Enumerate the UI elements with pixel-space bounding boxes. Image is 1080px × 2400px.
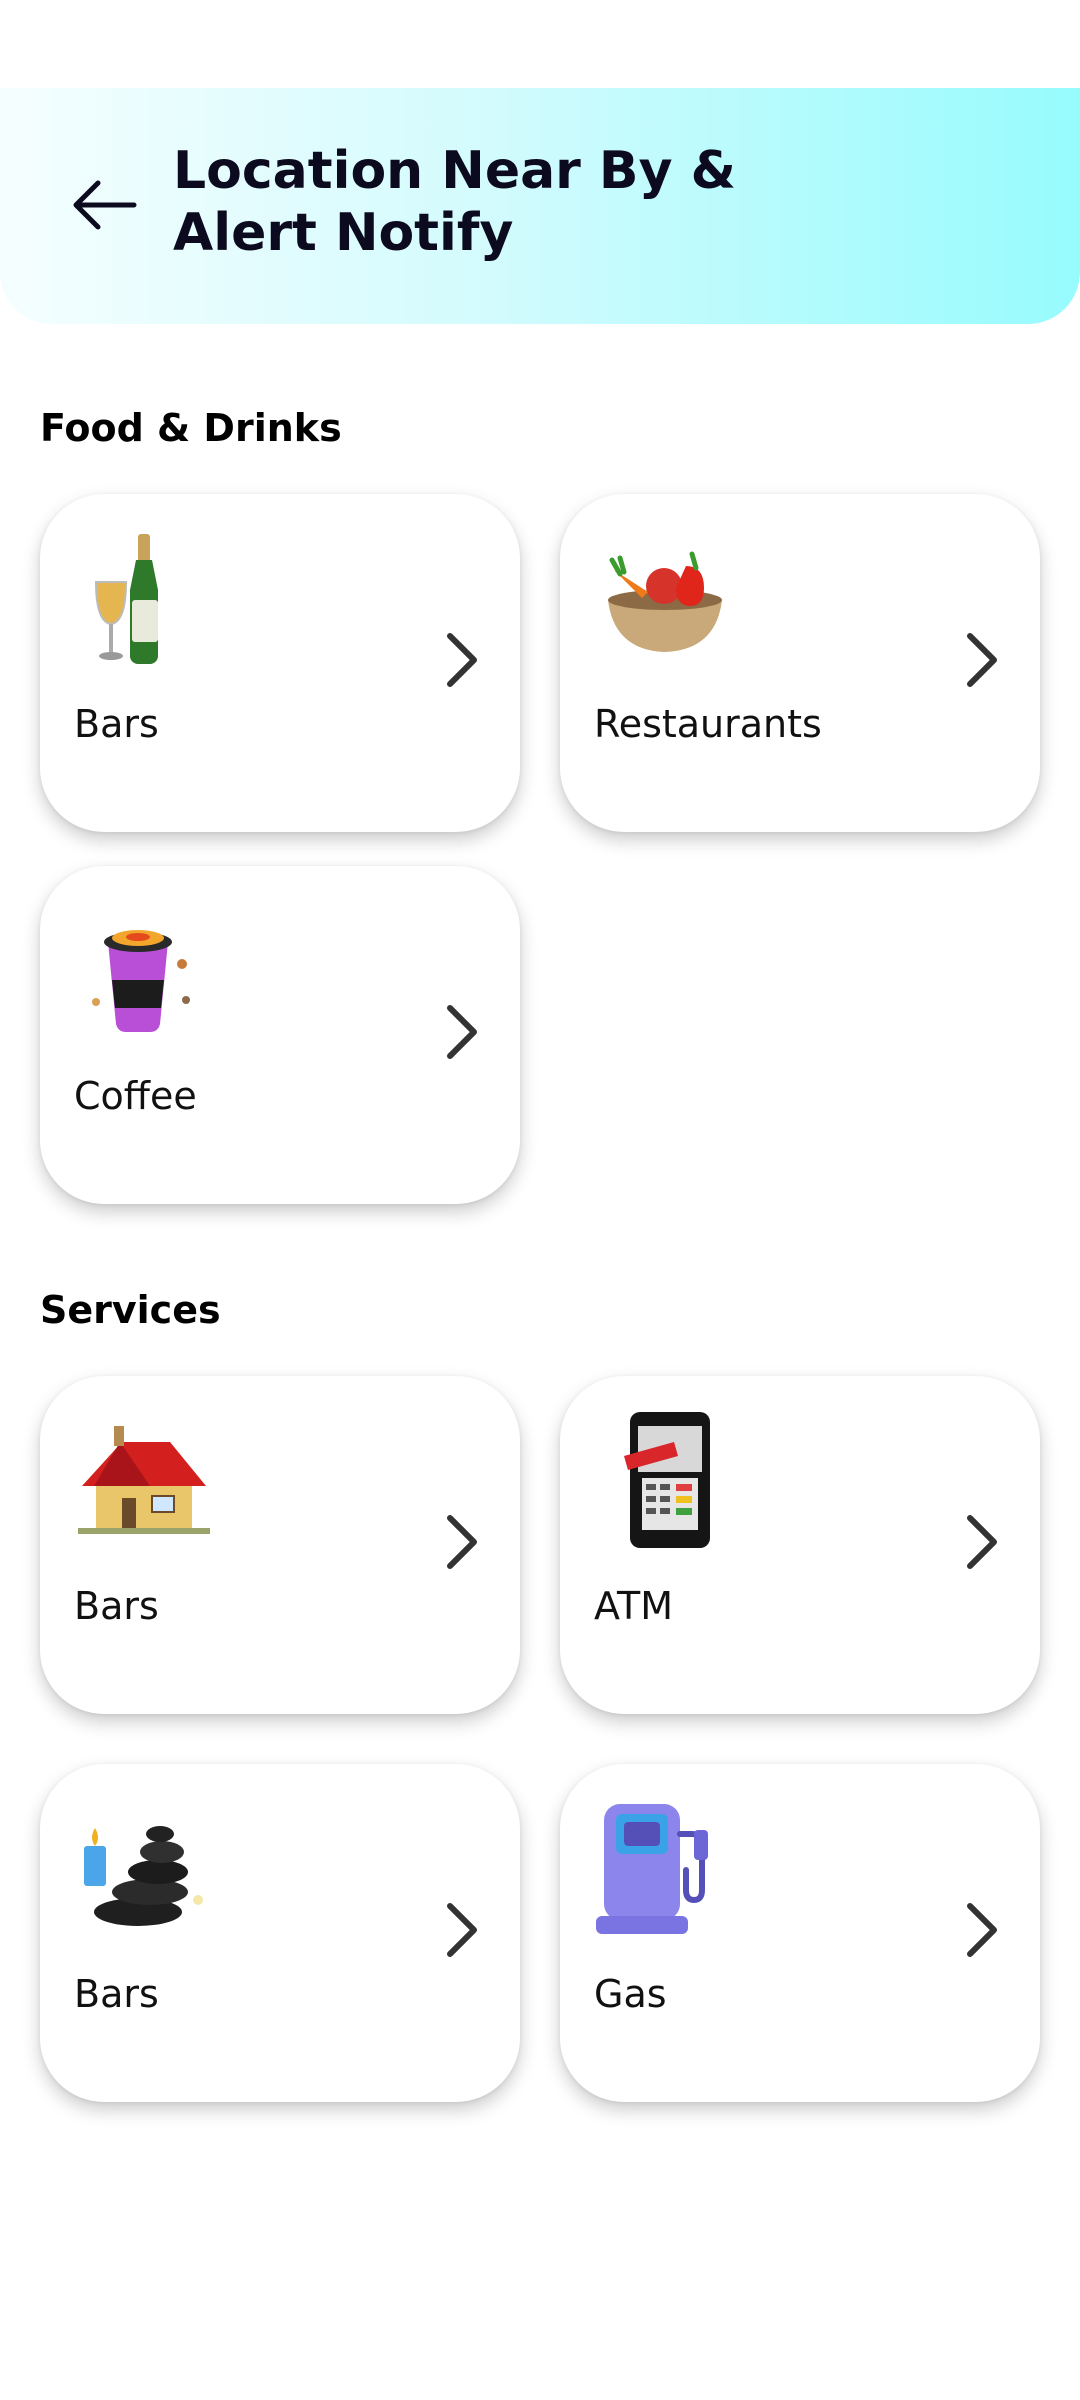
card-label: Bars [74, 702, 159, 746]
card-label: Gas [594, 1972, 667, 2016]
card-label: Bars [74, 1584, 159, 1628]
chevron-right-icon [447, 1903, 477, 1957]
spa-stones-icon [84, 1826, 203, 1926]
house-icon [78, 1426, 210, 1534]
atm-phone-icon [624, 1412, 710, 1548]
card-gas[interactable]: Gas [560, 1764, 1040, 2102]
card-bars[interactable]: Bars [40, 1764, 520, 2102]
chevron-right-icon [447, 633, 477, 687]
arrow-left-icon [73, 180, 137, 230]
card-label: Coffee [74, 1074, 197, 1118]
card-atm[interactable]: ATM [560, 1376, 1040, 1714]
card-restaurants[interactable]: Restaurants [560, 494, 1040, 832]
card-bars[interactable]: Bars [40, 1376, 520, 1714]
page-title: Location Near By & Alert Notify [173, 141, 736, 263]
card-label: Bars [74, 1972, 159, 2016]
chevron-right-icon [967, 633, 997, 687]
section-title-food-drinks: Food & Drinks [40, 406, 342, 450]
card-coffee[interactable]: Coffee [40, 866, 520, 1204]
chevron-right-icon [447, 1005, 477, 1059]
champagne-bottle-icon [94, 534, 158, 664]
back-button[interactable] [58, 160, 148, 250]
chevron-right-icon [967, 1515, 997, 1569]
vegetable-bowl-icon [608, 551, 722, 652]
chevron-right-icon [447, 1515, 477, 1569]
section-title-services: Services [40, 1288, 221, 1332]
chevron-right-icon [967, 1903, 997, 1957]
card-bars[interactable]: Bars [40, 494, 520, 832]
coffee-cup-icon [92, 930, 190, 1032]
card-label: Restaurants [594, 702, 822, 746]
card-label: ATM [594, 1584, 674, 1628]
gas-pump-icon [596, 1804, 708, 1934]
